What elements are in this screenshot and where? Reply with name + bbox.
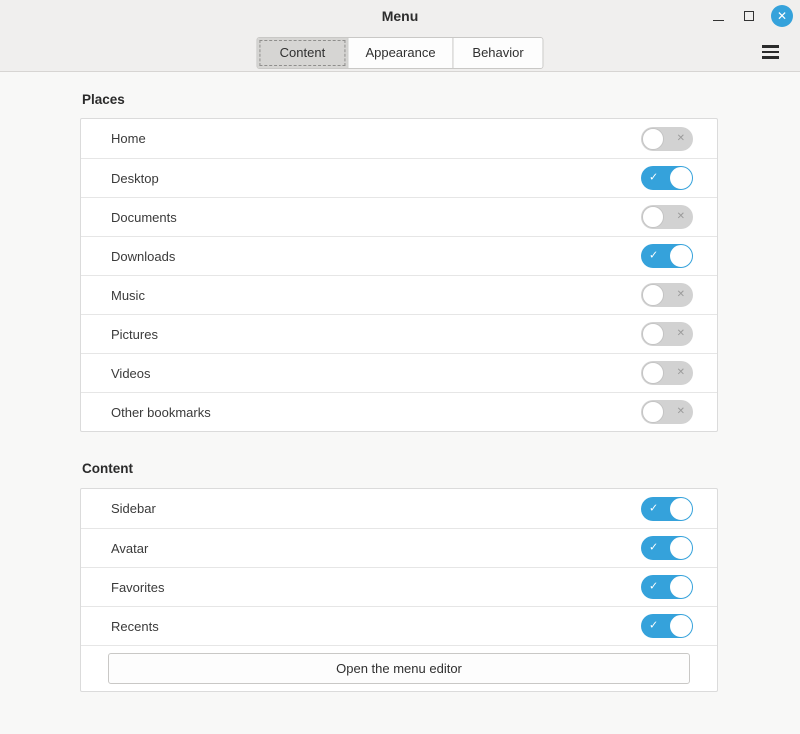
list-item-desktop: Desktop ✓ ✕ (81, 158, 717, 197)
list-item-sidebar: Sidebar ✓ ✕ (81, 489, 717, 528)
cross-icon: ✕ (677, 407, 685, 417)
list-item-videos: Videos ✓ ✕ (81, 353, 717, 392)
row-label: Favorites (111, 580, 164, 595)
switch-knob (642, 206, 664, 228)
minimize-button[interactable] (709, 7, 727, 25)
content-list: Sidebar ✓ ✕ Avatar ✓ ✕ Favorites ✓ ✕ Rec… (80, 488, 718, 692)
section-heading-places: Places (82, 92, 125, 107)
switch-knob (670, 498, 692, 520)
switch-knob (642, 128, 664, 150)
check-icon: ✓ (649, 251, 658, 262)
toggle-switch-recents[interactable]: ✓ ✕ (641, 614, 693, 638)
list-item-avatar: Avatar ✓ ✕ (81, 528, 717, 567)
toggle-switch-videos[interactable]: ✓ ✕ (641, 361, 693, 385)
row-label: Pictures (111, 327, 158, 342)
check-icon: ✓ (649, 582, 658, 593)
maximize-button[interactable] (740, 7, 758, 25)
row-label: Videos (111, 366, 151, 381)
row-label: Documents (111, 210, 177, 225)
check-icon: ✓ (649, 543, 658, 554)
hamburger-icon (762, 45, 779, 48)
toggle-switch-music[interactable]: ✓ ✕ (641, 283, 693, 307)
row-label: Desktop (111, 171, 159, 186)
list-item-recents: Recents ✓ ✕ (81, 606, 717, 645)
tab-behavior[interactable]: Behavior (453, 38, 543, 68)
toggle-switch-home[interactable]: ✓ ✕ (641, 127, 693, 151)
tab-appearance[interactable]: Appearance (347, 38, 452, 68)
toggle-switch-favorites[interactable]: ✓ ✕ (641, 575, 693, 599)
cross-icon: ✕ (677, 290, 685, 300)
toggle-switch-other-bookmarks[interactable]: ✓ ✕ (641, 400, 693, 424)
tab-content[interactable]: Content (257, 38, 347, 68)
switch-knob (670, 537, 692, 559)
cross-icon: ✕ (677, 329, 685, 339)
cross-icon: ✕ (677, 212, 685, 222)
menu-editor-row: Open the menu editor (81, 645, 717, 691)
toggle-switch-downloads[interactable]: ✓ ✕ (641, 244, 693, 268)
toggle-switch-desktop[interactable]: ✓ ✕ (641, 166, 693, 190)
row-label: Downloads (111, 249, 175, 264)
tab-group: Content Appearance Behavior (256, 37, 543, 69)
toggle-switch-documents[interactable]: ✓ ✕ (641, 205, 693, 229)
cross-icon: ✕ (677, 368, 685, 378)
maximize-icon (744, 11, 754, 21)
list-item-documents: Documents ✓ ✕ (81, 197, 717, 236)
list-item-other-bookmarks: Other bookmarks ✓ ✕ (81, 392, 717, 431)
list-item-downloads: Downloads ✓ ✕ (81, 236, 717, 275)
tabs-row: Content Appearance Behavior (0, 32, 800, 72)
open-menu-editor-button[interactable]: Open the menu editor (108, 653, 690, 684)
window-controls: ✕ (709, 0, 793, 32)
row-label: Home (111, 131, 146, 146)
switch-knob (642, 362, 664, 384)
row-label: Music (111, 288, 145, 303)
row-label: Sidebar (111, 501, 156, 516)
toggle-switch-avatar[interactable]: ✓ ✕ (641, 536, 693, 560)
check-icon: ✓ (649, 173, 658, 184)
list-item-favorites: Favorites ✓ ✕ (81, 567, 717, 606)
list-item-pictures: Pictures ✓ ✕ (81, 314, 717, 353)
minimize-icon (713, 20, 724, 21)
switch-knob (670, 576, 692, 598)
list-item-music: Music ✓ ✕ (81, 275, 717, 314)
cross-icon: ✕ (677, 134, 685, 144)
switch-knob (642, 323, 664, 345)
toggle-switch-pictures[interactable]: ✓ ✕ (641, 322, 693, 346)
window-header: Menu ✕ Content Appearance Behavior (0, 0, 800, 72)
switch-knob (642, 401, 664, 423)
switch-knob (642, 284, 664, 306)
window-title: Menu (0, 8, 800, 24)
row-label: Recents (111, 619, 159, 634)
close-icon: ✕ (777, 10, 787, 22)
switch-knob (670, 615, 692, 637)
switch-knob (670, 167, 692, 189)
hamburger-menu-button[interactable] (758, 40, 782, 64)
row-label: Avatar (111, 541, 148, 556)
toggle-switch-sidebar[interactable]: ✓ ✕ (641, 497, 693, 521)
row-label: Other bookmarks (111, 405, 211, 420)
check-icon: ✓ (649, 621, 658, 632)
close-button[interactable]: ✕ (771, 5, 793, 27)
titlebar: Menu ✕ (0, 0, 800, 32)
check-icon: ✓ (649, 503, 658, 514)
switch-knob (670, 245, 692, 267)
section-heading-content: Content (82, 461, 133, 476)
places-list: Home ✓ ✕ Desktop ✓ ✕ Documents ✓ ✕ Downl… (80, 118, 718, 432)
list-item-home: Home ✓ ✕ (81, 119, 717, 158)
